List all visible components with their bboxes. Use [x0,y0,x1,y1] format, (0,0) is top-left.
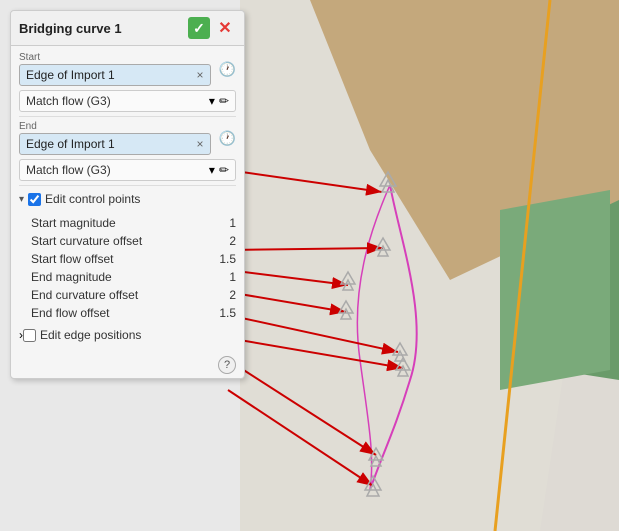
pen-icon-1[interactable]: ✏ [219,94,229,108]
cp-value-1: 2 [216,234,236,248]
tan-surface [300,0,619,260]
arrow-1 [228,170,382,192]
divider-1 [19,116,236,117]
orange-edge [495,0,550,531]
cp-sf [339,301,353,319]
match-flow-2-dropdown[interactable]: Match flow (G3) ▾ ✏ [19,159,236,181]
expand-icon[interactable]: ▾ [19,194,24,205]
help-button[interactable]: ? [218,356,236,374]
cp-row-0: Start magnitude 1 [31,214,236,232]
cp-row-4: End curvature offset 2 [31,286,236,304]
end-label: End [19,121,211,132]
panel-body: Start Edge of Import 1 × 🕐 Match flow (G… [11,46,244,352]
cp-label-5: End flow offset [31,306,110,320]
pen-icon-2[interactable]: ✏ [219,163,229,177]
arrow-start-magnitude [228,248,383,250]
edit-control-points-row: ▾ Edit control points [19,190,236,208]
end-clear-icon[interactable]: × [197,137,204,151]
end-input-row: End Edge of Import 1 × 🕐 [19,121,236,155]
arrow-start-curvature [228,270,348,285]
edit-edge-positions-label[interactable]: Edit edge positions [23,328,141,342]
cp-value-3: 1 [216,270,236,284]
cp-label-2: Start flow offset [31,252,113,266]
close-button[interactable]: ✕ [214,17,236,39]
control-points-section: Start magnitude 1 Start curvature offset… [19,214,236,322]
cp-value-0: 1 [216,216,236,230]
panel-title: Bridging curve 1 [19,21,122,36]
cp-row-5: End flow offset 1.5 [31,304,236,322]
start-label: Start [19,52,211,63]
cp-ec [396,358,410,376]
bg-surface [240,0,619,531]
arrow-end-flow [228,360,376,455]
cp-sc [341,272,355,290]
end-field-group: End Edge of Import 1 × [19,121,211,155]
cp-value-4: 2 [216,288,236,302]
match-flow-2-icons: ▾ ✏ [209,163,229,177]
cp-em [393,343,407,361]
start-input[interactable]: Edge of Import 1 × [19,64,211,86]
cp-label-1: Start curvature offset [31,234,142,248]
cp-bottom [365,476,381,496]
panel-header: Bridging curve 1 ✓ ✕ [11,11,244,46]
end-clock-icon[interactable]: 🕐 [219,130,236,147]
cp-value-2: 1.5 [216,252,236,266]
start-value: Edge of Import 1 [26,68,193,82]
match-flow-1-icons: ▾ ✏ [209,94,229,108]
cp-top [380,172,396,192]
divider-2 [19,185,236,186]
match-flow-1-label: Match flow (G3) [26,94,111,108]
bridging-curve-panel: Bridging curve 1 ✓ ✕ Start Edge of Impor… [10,10,245,379]
bridging-curve-alt [357,185,390,490]
green-surface [490,180,619,380]
green-panel [500,190,610,390]
arrow-bottom [228,390,373,486]
end-value: Edge of Import 1 [26,137,193,151]
panel-header-buttons: ✓ ✕ [188,17,236,39]
edit-control-points-checkbox[interactable] [28,193,41,206]
edit-edge-positions-row: › Edit edge positions [19,328,236,342]
confirm-button[interactable]: ✓ [188,17,210,39]
cp-value-5: 1.5 [216,306,236,320]
arrow-end-magnitude [228,315,398,352]
cp-sm [376,238,390,256]
end-input[interactable]: Edge of Import 1 × [19,133,211,155]
arrow-start-flow [228,292,346,312]
flat-surface [240,140,500,280]
main-plane [240,0,619,531]
cp-label-4: End curvature offset [31,288,138,302]
cp-label-3: End magnitude [31,270,112,284]
arrow-end-curvature [228,338,403,368]
panel-footer: ? [11,352,244,378]
cp-label-0: Start magnitude [31,216,116,230]
edit-edge-positions-checkbox[interactable] [23,329,36,342]
start-clear-icon[interactable]: × [197,68,204,82]
cp-ef [369,448,383,466]
dropdown-arrow-2: ▾ [209,163,215,177]
start-clock-icon[interactable]: 🕐 [219,61,236,78]
start-field-group: Start Edge of Import 1 × [19,52,211,86]
edit-control-points-label[interactable]: Edit control points [28,192,140,206]
start-input-row: Start Edge of Import 1 × 🕐 [19,52,236,86]
bridging-curve-main [370,185,417,490]
match-flow-2-label: Match flow (G3) [26,163,111,177]
cp-row-3: End magnitude 1 [31,268,236,286]
match-flow-1-dropdown[interactable]: Match flow (G3) ▾ ✏ [19,90,236,112]
cp-row-1: Start curvature offset 2 [31,232,236,250]
tan-plane [310,0,619,280]
dropdown-arrow-1: ▾ [209,94,215,108]
edit-edge-positions-text: Edit edge positions [40,328,141,342]
cp-row-2: Start flow offset 1.5 [31,250,236,268]
edit-control-points-text: Edit control points [45,192,140,206]
